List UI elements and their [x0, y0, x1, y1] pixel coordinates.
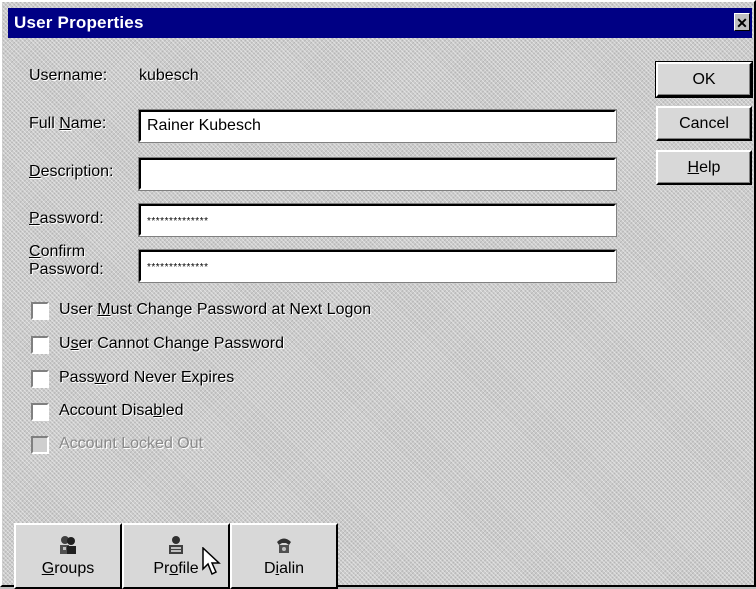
dialin-label: Dialin	[263, 560, 305, 577]
mouse-cursor-icon	[202, 547, 221, 576]
fullname-label: Full Name:	[29, 115, 107, 132]
account-disabled-label: Account Disabled	[59, 402, 184, 419]
account-disabled-checkbox[interactable]	[31, 403, 49, 421]
account-locked-out-checkbox	[31, 436, 49, 454]
cannot-change-password-label: User Cannot Change Password	[59, 335, 285, 352]
confirm-password-label: Confirm Password:	[29, 243, 104, 278]
title-bar[interactable]: User Properties ✕	[8, 8, 752, 38]
password-label: Password:	[29, 210, 104, 227]
help-button[interactable]: Help	[656, 150, 752, 185]
password-field[interactable]	[138, 203, 617, 237]
password-never-expires-label: Password Never Expires	[59, 369, 235, 386]
dialin-button[interactable]: Dialin	[230, 523, 338, 589]
username-label: Username:	[29, 67, 108, 84]
close-icon: ✕	[736, 15, 748, 31]
fullname-field[interactable]	[138, 109, 617, 143]
window-title: User Properties	[14, 13, 144, 32]
account-locked-out-label: Account Locked Out	[59, 435, 204, 452]
close-button[interactable]: ✕	[734, 13, 750, 31]
user-properties-dialog: User Properties ✕ Username: kubesch Full…	[0, 0, 756, 589]
cancel-button[interactable]: Cancel	[656, 106, 752, 141]
confirm-password-field[interactable]	[138, 249, 617, 283]
description-field[interactable]	[138, 157, 617, 191]
description-label: Description:	[29, 163, 114, 180]
username-value: kubesch	[139, 67, 199, 84]
groups-button[interactable]: Groups	[14, 523, 122, 589]
must-change-password-label: User Must Change Password at Next Logon	[59, 301, 372, 318]
dialin-icon	[277, 538, 291, 553]
groups-label: Groups	[41, 560, 95, 577]
ok-button[interactable]: OK	[655, 61, 753, 98]
password-never-expires-checkbox[interactable]	[31, 370, 49, 388]
must-change-password-checkbox[interactable]	[31, 302, 49, 320]
groups-icon	[60, 536, 76, 554]
profile-icon	[169, 536, 183, 554]
cannot-change-password-checkbox[interactable]	[31, 336, 49, 354]
